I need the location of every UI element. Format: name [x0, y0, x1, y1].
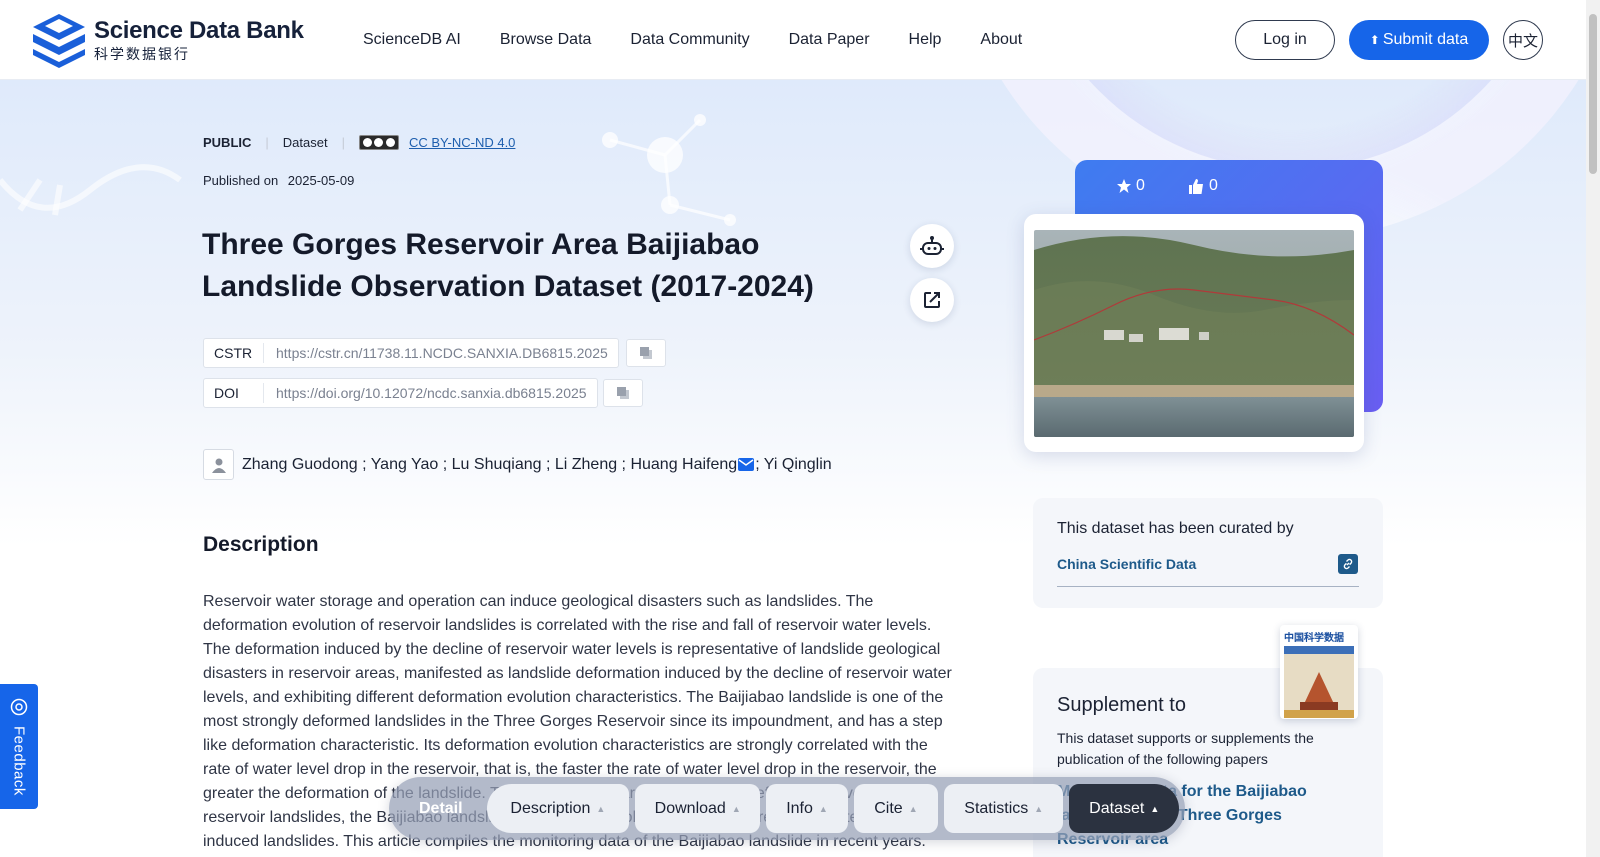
- copy-icon: [640, 347, 652, 359]
- dataset-type: Dataset: [282, 135, 328, 150]
- doi-value[interactable]: https://doi.org/10.12072/ncdc.sanxia.db6…: [264, 385, 597, 401]
- supplement-title: Supplement to: [1057, 694, 1186, 716]
- supplement-description: This dataset supports or supplements the…: [1057, 730, 1314, 767]
- external-link-icon: [924, 292, 940, 308]
- share-button[interactable]: [910, 278, 954, 322]
- curated-title: This dataset has been curated by: [1057, 520, 1294, 537]
- dna-decoration-icon: [0, 164, 182, 216]
- landslide-photo: [1034, 230, 1354, 437]
- cstr-identifier: CSTR https://cstr.cn/11738.11.NCDC.SANXI…: [203, 338, 619, 368]
- nav-browse-data[interactable]: Browse Data: [500, 31, 592, 49]
- copy-icon: [617, 387, 629, 399]
- authors-list-end[interactable]: ; Yi Qinglin: [755, 456, 831, 474]
- dataset-title: Three Gorges Reservoir Area Baijiabao La…: [202, 228, 814, 303]
- star-count-value: 0: [1136, 177, 1145, 194]
- tab-dataset[interactable]: Dataset ▲: [1069, 784, 1179, 833]
- nav-help[interactable]: Help: [909, 31, 942, 49]
- feedback-icon: [10, 698, 28, 716]
- ai-assistant-button[interactable]: [910, 224, 954, 268]
- tab-cite-label: Cite: [874, 799, 903, 817]
- tab-cite[interactable]: Cite ▲: [853, 784, 939, 833]
- cc-license-icon: [358, 135, 399, 150]
- authors-row: Zhang Guodong ; Yang Yao ; Lu Shuqiang ;…: [203, 449, 832, 480]
- dataset-cover-card[interactable]: [1024, 214, 1364, 452]
- published-date: Published on 2025-05-09: [203, 173, 354, 188]
- science-data-bank-logo-icon: [33, 14, 85, 68]
- cstr-label: CSTR: [204, 343, 264, 363]
- tab-download[interactable]: Download ▲: [635, 784, 761, 833]
- top-header: Science Data Bank 科学数据银行 ScienceDB AI Br…: [0, 0, 1586, 80]
- submit-data-label: Submit data: [1382, 31, 1469, 48]
- nav-sciencedb-ai[interactable]: ScienceDB AI: [363, 31, 461, 49]
- tab-info-label: Info: [786, 799, 813, 817]
- upload-arrow-icon: ⬆: [1369, 33, 1380, 47]
- star-count[interactable]: 0: [1117, 177, 1145, 195]
- feedback-label: Feedback: [10, 726, 28, 796]
- doi-identifier: DOI https://doi.org/10.12072/ncdc.sanxia…: [203, 378, 598, 408]
- curated-card: This dataset has been curated by China S…: [1033, 498, 1383, 608]
- page-scrollbar[interactable]: [1586, 0, 1600, 857]
- nav-about[interactable]: About: [980, 31, 1022, 49]
- chevron-up-icon: ▲: [1150, 803, 1160, 814]
- tab-dataset-label: Dataset: [1089, 799, 1145, 817]
- like-count-value: 0: [1209, 177, 1218, 194]
- molecule-decoration-icon: [602, 114, 736, 226]
- tab-description[interactable]: Description ▲: [486, 784, 630, 833]
- submit-data-button[interactable]: ⬆ Submit data: [1349, 20, 1489, 60]
- license-link[interactable]: CC BY-NC-ND 4.0: [409, 135, 515, 150]
- meta-divider: |: [341, 135, 345, 150]
- curated-organization-link[interactable]: China Scientific Data: [1057, 556, 1196, 572]
- authors-list[interactable]: Zhang Guodong ; Yang Yao ; Lu Shuqiang ;…: [242, 456, 737, 474]
- visibility-badge: PUBLIC: [203, 135, 252, 150]
- link-icon: [1343, 558, 1353, 570]
- detail-tab-bar: Detail Description ▲ Download ▲ Info ▲ Cite…: [389, 777, 1185, 840]
- curated-divider: [1057, 586, 1359, 587]
- person-icon: [203, 449, 234, 480]
- chevron-up-icon: ▲: [731, 803, 741, 814]
- nav-data-community[interactable]: Data Community: [630, 31, 749, 49]
- login-button[interactable]: Log in: [1235, 20, 1335, 60]
- tab-statistics[interactable]: Statistics ▲: [944, 784, 1064, 833]
- cstr-value[interactable]: https://cstr.cn/11738.11.NCDC.SANXIA.DB6…: [264, 345, 618, 361]
- meta-divider: |: [265, 135, 269, 150]
- main-nav: ScienceDB AI Browse Data Data Community …: [363, 0, 1061, 80]
- star-icon: [1117, 179, 1131, 193]
- feedback-button[interactable]: Feedback: [0, 684, 38, 809]
- journal-cover-art: [1284, 646, 1354, 718]
- mail-icon[interactable]: [738, 458, 755, 471]
- logo-english-text: Science Data Bank: [94, 17, 304, 44]
- tab-statistics-label: Statistics: [964, 799, 1029, 817]
- published-value: 2025-05-09: [287, 173, 355, 188]
- curated-link-button[interactable]: [1338, 554, 1358, 574]
- nav-data-paper[interactable]: Data Paper: [789, 31, 870, 49]
- journal-cover-image[interactable]: 中国科学数据: [1280, 625, 1358, 719]
- dataset-meta-row: PUBLIC | Dataset | CC BY-NC-ND 4.0: [203, 135, 515, 150]
- tab-download-label: Download: [654, 799, 726, 817]
- chevron-up-icon: ▲: [818, 803, 828, 814]
- copy-doi-button[interactable]: [603, 379, 643, 407]
- chevron-up-icon: ▲: [596, 803, 606, 814]
- robot-icon: [920, 236, 944, 255]
- chevron-up-icon: ▲: [1034, 803, 1044, 814]
- site-logo[interactable]: Science Data Bank 科学数据银行: [31, 12, 304, 68]
- doi-label: DOI: [204, 383, 264, 403]
- tab-info[interactable]: Info ▲: [766, 784, 848, 833]
- detail-label: Detail: [419, 799, 463, 817]
- description-heading: Description: [203, 533, 319, 556]
- like-count[interactable]: 0: [1189, 177, 1218, 195]
- chevron-up-icon: ▲: [908, 803, 918, 814]
- scrollbar-thumb[interactable]: [1589, 14, 1597, 174]
- tab-description-label: Description: [510, 799, 591, 817]
- thumbs-up-icon: [1189, 178, 1203, 194]
- copy-cstr-button[interactable]: [626, 339, 666, 367]
- journal-cover-title: 中国科学数据: [1284, 633, 1344, 644]
- published-label: Published on: [203, 173, 279, 188]
- language-switch-button[interactable]: 中文: [1503, 20, 1543, 60]
- logo-chinese-text: 科学数据银行: [94, 46, 190, 62]
